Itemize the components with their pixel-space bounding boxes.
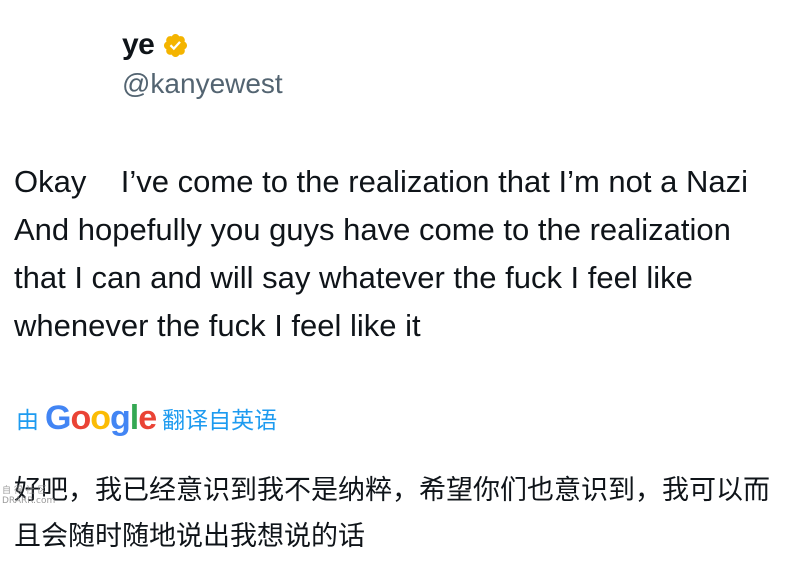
translated-text: 好吧，我已经意识到我不是纳粹，希望你们也意识到，我可以而且会随时随地说出我想说的… bbox=[14, 475, 770, 552]
verified-badge-icon bbox=[164, 33, 188, 57]
translation-prefix: 由 bbox=[16, 407, 39, 433]
user-handle[interactable]: @kanyewest bbox=[122, 68, 283, 100]
name-row: ye bbox=[122, 26, 283, 64]
tweet-header: ye @kanyewest bbox=[122, 26, 283, 100]
watermark: 自 得 社 区 DRARR.com bbox=[2, 486, 55, 506]
google-logo: Google bbox=[45, 398, 157, 437]
translation-suffix: 翻译自英语 bbox=[162, 407, 278, 433]
tweet-text: Okay I’ve come to the realization that I… bbox=[14, 164, 790, 343]
translation-attribution[interactable]: 由 Google 翻译自英语 bbox=[16, 398, 277, 438]
display-name[interactable]: ye bbox=[122, 28, 155, 62]
watermark-line2: DRARR.com bbox=[2, 496, 56, 506]
watermark-line1: 自 得 社 区 bbox=[2, 486, 47, 496]
